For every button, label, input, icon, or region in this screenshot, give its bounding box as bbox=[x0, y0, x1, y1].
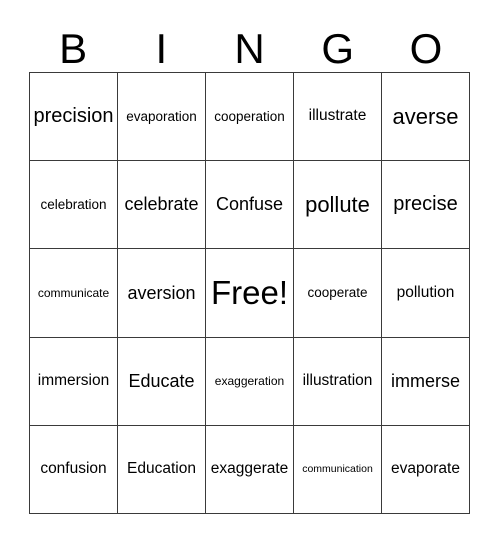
bingo-cell[interactable]: pollution bbox=[382, 249, 470, 338]
bingo-card: B I N G O precision evaporation cooperat… bbox=[0, 0, 500, 544]
bingo-cell-label: precise bbox=[393, 193, 458, 216]
bingo-cell[interactable]: Education bbox=[118, 425, 206, 514]
bingo-cell-label: averse bbox=[392, 104, 459, 130]
bingo-cell-label: illustrate bbox=[308, 107, 367, 125]
bingo-cell-label: cooperate bbox=[307, 284, 368, 300]
bingo-cell-label: confusion bbox=[40, 460, 107, 478]
bingo-cell[interactable]: precision bbox=[30, 73, 118, 162]
bingo-cell-label: immersion bbox=[37, 372, 110, 390]
bingo-header-letter-o: O bbox=[409, 25, 443, 72]
bingo-header-letter-b: B bbox=[59, 25, 88, 72]
bingo-cell-label: celebrate bbox=[124, 194, 199, 215]
bingo-cell-label: Confuse bbox=[215, 194, 284, 215]
bingo-cell[interactable]: cooperation bbox=[206, 73, 294, 162]
bingo-cell-label: exaggeration bbox=[214, 373, 285, 388]
bingo-cell[interactable]: Confuse bbox=[206, 161, 294, 250]
bingo-cell[interactable]: evaporation bbox=[118, 73, 206, 162]
bingo-cell[interactable]: aversion bbox=[118, 249, 206, 338]
bingo-cell[interactable]: cooperate bbox=[294, 249, 382, 338]
bingo-cell-label: Education bbox=[127, 460, 196, 478]
bingo-cell-label: exaggerate bbox=[210, 460, 289, 478]
bingo-cell[interactable]: averse bbox=[382, 73, 470, 162]
bingo-cell[interactable]: exaggerate bbox=[206, 425, 294, 514]
bingo-header-letter-i: I bbox=[155, 25, 168, 72]
bingo-cell[interactable]: communicate bbox=[30, 249, 118, 338]
bingo-cell-label: evaporation bbox=[126, 108, 197, 124]
bingo-cell[interactable]: immersion bbox=[30, 337, 118, 426]
bingo-cell[interactable]: illustrate bbox=[294, 73, 382, 162]
bingo-cell[interactable]: exaggeration bbox=[206, 337, 294, 426]
bingo-cell-label: communicate bbox=[37, 285, 110, 300]
bingo-cell-label: cooperation bbox=[214, 108, 285, 124]
bingo-cell-label: pollute bbox=[305, 192, 370, 218]
bingo-header-letter-g: G bbox=[321, 25, 355, 72]
bingo-cell-label: communication bbox=[302, 462, 373, 475]
bingo-cell-label: Educate bbox=[128, 370, 195, 391]
bingo-cell-label: illustration bbox=[302, 372, 373, 390]
bingo-header-letter-n: N bbox=[234, 25, 265, 72]
bingo-cell[interactable]: celebration bbox=[30, 161, 118, 250]
bingo-cell-label: aversion bbox=[127, 282, 196, 303]
bingo-cell[interactable]: illustration bbox=[294, 337, 382, 426]
bingo-cell-label: precision bbox=[33, 105, 114, 128]
bingo-cell[interactable]: celebrate bbox=[118, 161, 206, 250]
bingo-cell-label: pollution bbox=[396, 283, 455, 301]
bingo-cell[interactable]: immerse bbox=[382, 337, 470, 426]
bingo-cell-label: celebration bbox=[40, 196, 107, 212]
bingo-free-space-cell[interactable]: Free! bbox=[206, 249, 294, 338]
bingo-cell[interactable]: evaporate bbox=[382, 425, 470, 514]
bingo-cell-label: evaporate bbox=[391, 460, 460, 478]
bingo-cell-label: immerse bbox=[390, 370, 460, 391]
bingo-cell[interactable]: Educate bbox=[118, 337, 206, 426]
bingo-cell[interactable]: communication bbox=[294, 425, 382, 514]
bingo-grid: precision evaporation cooperation illust… bbox=[29, 72, 470, 514]
bingo-free-space-label: Free! bbox=[210, 273, 289, 311]
bingo-cell[interactable]: precise bbox=[382, 161, 470, 250]
bingo-cell[interactable]: pollute bbox=[294, 161, 382, 250]
bingo-header-row: B I N G O bbox=[29, 14, 470, 72]
bingo-cell[interactable]: confusion bbox=[30, 425, 118, 514]
